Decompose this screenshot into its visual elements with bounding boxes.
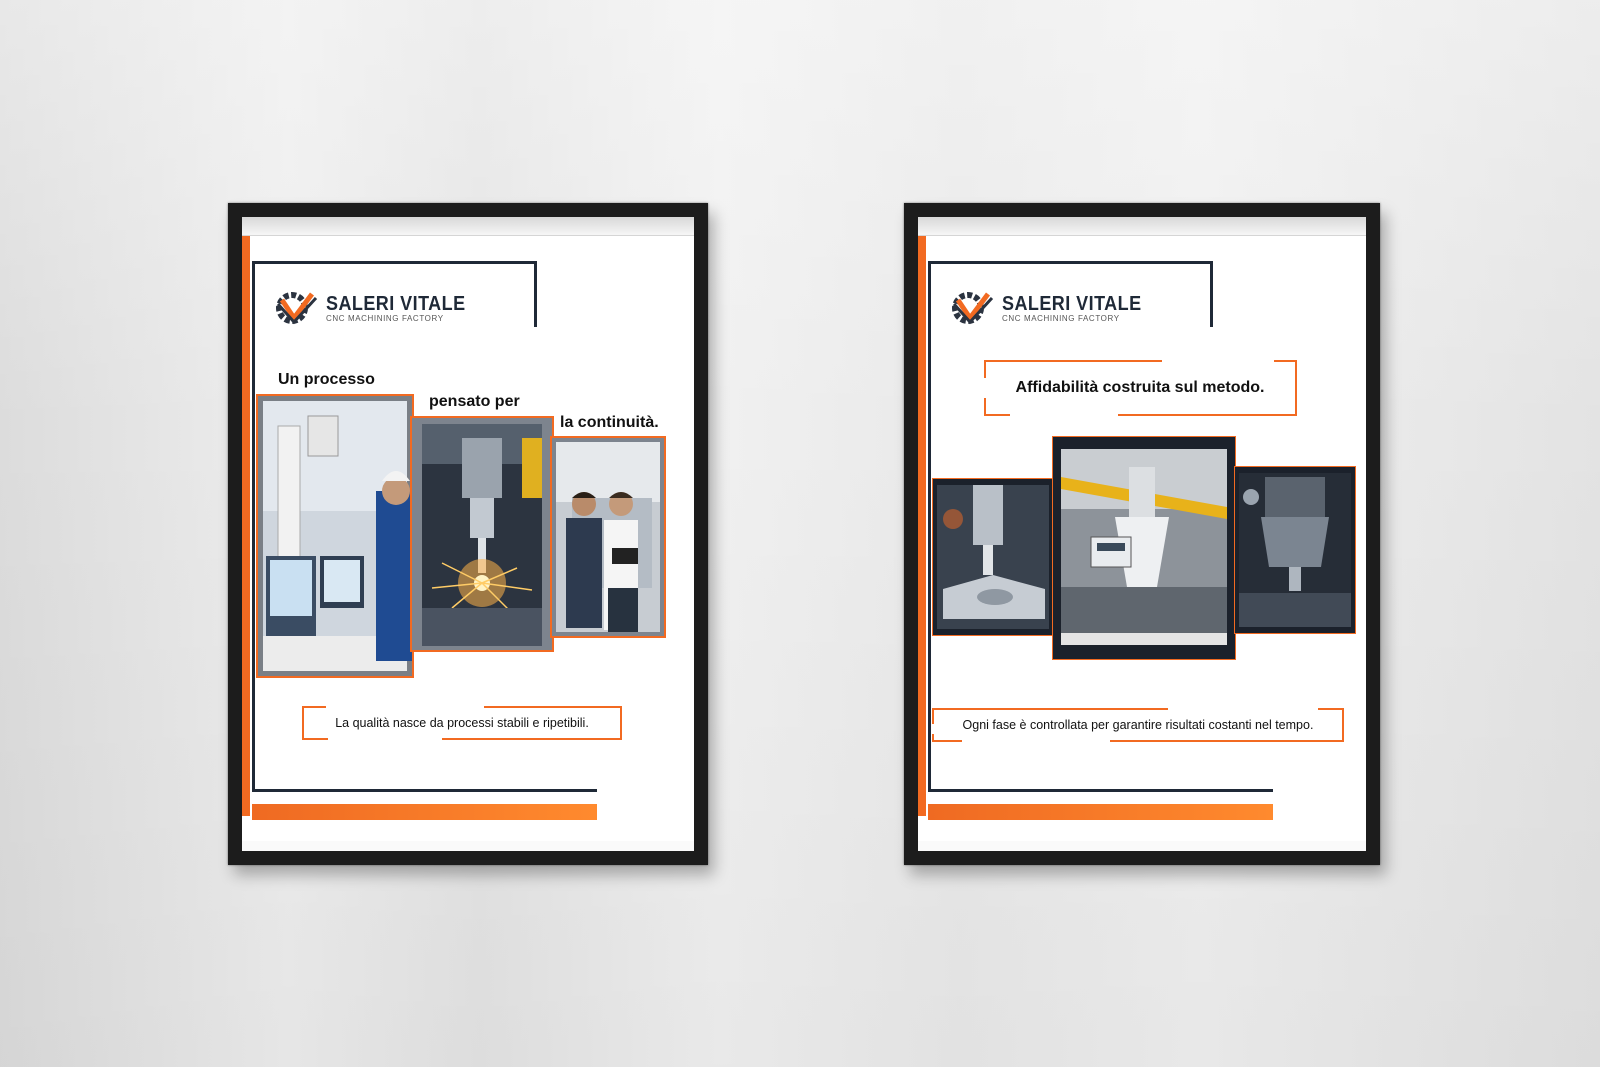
photo-operator-terminal	[256, 394, 414, 678]
headline-text: Affidabilità costruita sul metodo.	[1015, 379, 1265, 396]
headline-part-3: la continuità.	[560, 414, 659, 431]
brand-tagline: CNC MACHINING FACTORY	[326, 313, 444, 323]
poster-mat: SALERI VITALE CNC MACHINING FACTORY Affi…	[918, 217, 1366, 851]
caption-box: Ogni fase è controllata per garantire ri…	[932, 708, 1344, 742]
poster-left: SALERI VITALE CNC MACHINING FACTORY Un p…	[242, 235, 694, 841]
brand-logo: SALERI VITALE CNC MACHINING FACTORY	[272, 288, 481, 328]
gear-logo-icon	[272, 288, 320, 328]
poster-right: SALERI VITALE CNC MACHINING FACTORY Affi…	[918, 235, 1366, 841]
brand-name: SALERI VITALE	[1002, 292, 1142, 315]
photo-cnc-spindle-sparks	[410, 416, 554, 652]
headline-part-1: Un processo	[278, 371, 375, 388]
brand-name: SALERI VITALE	[326, 292, 466, 315]
caption-text: Ogni fase è controllata per garantire ri…	[962, 718, 1314, 732]
photo-factory-machine	[1052, 436, 1236, 660]
gear-logo-icon	[948, 288, 996, 328]
poster-frame-right: SALERI VITALE CNC MACHINING FACTORY Affi…	[904, 203, 1380, 865]
caption-text: La qualità nasce da processi stabili e r…	[335, 716, 589, 730]
photo-engineers-tablet	[550, 436, 666, 638]
photo-cnc-head	[1234, 466, 1356, 634]
poster-frame-left: SALERI VITALE CNC MACHINING FACTORY Un p…	[228, 203, 708, 865]
orange-footer-bar	[252, 804, 597, 820]
orange-footer-bar	[928, 804, 1273, 820]
headline-part-2: pensato per	[429, 393, 520, 410]
caption-box: La qualità nasce da processi stabili e r…	[302, 706, 622, 740]
photo-drilling-part	[932, 478, 1054, 636]
brand-tagline: CNC MACHINING FACTORY	[1002, 313, 1120, 323]
poster-mat: SALERI VITALE CNC MACHINING FACTORY Un p…	[242, 217, 694, 851]
headline-box: Affidabilità costruita sul metodo.	[982, 360, 1298, 416]
brand-logo: SALERI VITALE CNC MACHINING FACTORY	[948, 288, 1157, 328]
